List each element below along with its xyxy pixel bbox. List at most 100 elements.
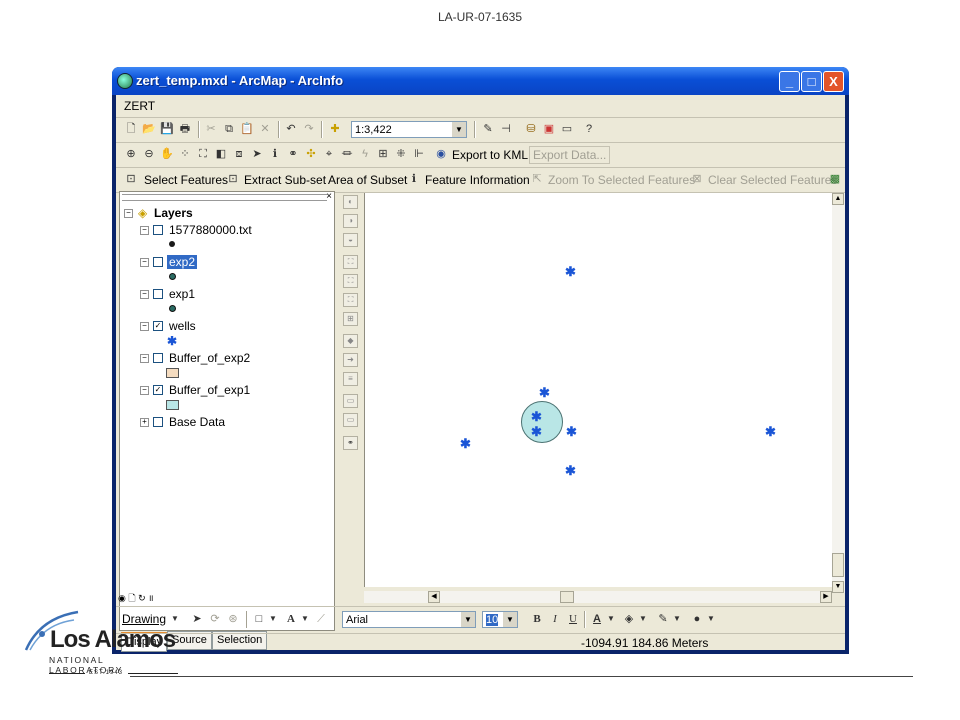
fill-color-icon[interactable]: ◈ [622, 612, 636, 626]
extract-subset-button[interactable]: Extract Sub-set [244, 173, 326, 187]
identify-icon[interactable]: ℹ [268, 147, 282, 161]
layer-item[interactable]: − ✓ Buffer_of_exp1 [140, 383, 320, 397]
layer-visibility-checkbox[interactable] [153, 353, 163, 363]
rectangle-icon[interactable]: □ [252, 612, 266, 626]
arctoolbox-icon[interactable]: ▣ [542, 122, 556, 136]
open-folder-icon[interactable]: 📂 [142, 122, 156, 136]
zoom-to-selected-button[interactable]: Zoom To Selected Features [548, 173, 695, 187]
edit-vertices-icon[interactable]: ⟋ [314, 612, 328, 626]
catalog-icon[interactable]: ⛁ [524, 122, 538, 136]
cut-icon[interactable]: ✂ [204, 122, 218, 136]
chevron-down-icon[interactable]: ▼ [604, 612, 618, 626]
layer-visibility-checkbox[interactable]: ✓ [153, 321, 163, 331]
rotate-icon[interactable]: ⟳ [208, 612, 222, 626]
layout-view-icons[interactable]: ◉ 🗋 ↻ ॥ [118, 591, 154, 607]
scroll-down-icon[interactable]: ▼ [832, 581, 844, 593]
buffer-polygon[interactable] [521, 401, 563, 443]
title-bar[interactable]: zert_temp.mxd - ArcMap - ArcInfo _ □ X [112, 67, 849, 95]
select-elements-icon[interactable]: ➤ [190, 612, 204, 626]
new-document-icon[interactable]: 🗋 [124, 122, 138, 136]
tool-icon[interactable]: ▭ [343, 394, 358, 408]
chevron-down-icon[interactable]: ▼ [636, 612, 650, 626]
layer-visibility-checkbox[interactable] [153, 289, 163, 299]
font-size-combo[interactable]: 10 ▼ [482, 611, 518, 628]
scroll-thumb[interactable] [560, 591, 574, 603]
save-icon[interactable]: 💾 [160, 122, 174, 136]
chevron-down-icon[interactable]: ▼ [670, 612, 684, 626]
collapse-icon[interactable]: − [124, 209, 133, 218]
layer-item[interactable]: + Base Data [140, 415, 320, 429]
marker-color-icon[interactable]: ● [690, 612, 704, 626]
tool-icon[interactable]: ≡ [343, 372, 358, 386]
scroll-up-icon[interactable]: ▲ [832, 193, 844, 205]
font-color-icon[interactable]: A [590, 612, 604, 626]
area-of-subset-button[interactable]: Area of Subset [328, 173, 407, 187]
chevron-down-icon[interactable]: ▼ [298, 612, 312, 626]
layer-item[interactable]: − 1577880000.txt [140, 223, 320, 237]
print-icon[interactable]: 🖶 [178, 122, 192, 136]
tool-icon[interactable]: ⊞ [343, 312, 358, 326]
fixed-zoom-in-icon[interactable]: ⁘ [178, 147, 192, 161]
go-to-xy-icon[interactable]: ✣ [304, 147, 318, 161]
tool-icon[interactable]: ◑ [343, 214, 358, 228]
clear-selected-button[interactable]: Clear Selected Features [708, 173, 837, 187]
scroll-left-icon[interactable]: ◀ [428, 591, 440, 603]
select-arrow-icon[interactable]: ➤ [250, 147, 264, 161]
chevron-down-icon[interactable]: ▼ [266, 612, 280, 626]
close-icon[interactable]: × [326, 191, 332, 202]
collapse-icon[interactable]: − [140, 354, 149, 363]
find-binoculars-icon[interactable]: ⚭ [286, 147, 300, 161]
tool-icon[interactable]: ➜ [343, 353, 358, 367]
text-tool-icon[interactable]: A [284, 612, 298, 626]
close-button[interactable]: X [823, 71, 844, 92]
well-star-icon[interactable]: ✱ [460, 437, 471, 450]
pan-hand-icon[interactable]: ✋ [160, 147, 174, 161]
tool-icon[interactable]: ⛶ [343, 255, 358, 269]
fixed-zoom-out-icon[interactable]: ⛶ [196, 147, 210, 161]
tool-icon[interactable]: ▭ [343, 413, 358, 427]
select-features-button[interactable]: Select Features [144, 173, 228, 187]
map-view[interactable]: ✱ ✱ ✱ ✱ ✱ ✱ ✱ ✱ [364, 193, 833, 587]
expand-icon[interactable]: + [140, 418, 149, 427]
editor-toolbar-icon[interactable]: ✎ [481, 122, 495, 136]
feature-information-button[interactable]: Feature Information [425, 173, 530, 187]
menu-zert[interactable]: ZERT [124, 99, 155, 113]
layer-visibility-checkbox[interactable]: ✓ [153, 385, 163, 395]
binoculars-icon[interactable]: ⚭ [343, 436, 358, 450]
layer-item[interactable]: − exp2 [140, 255, 320, 269]
layer-visibility-checkbox[interactable] [153, 225, 163, 235]
whats-this-help-icon[interactable]: ? [582, 122, 596, 136]
copy-icon[interactable]: ⧉ [222, 122, 236, 136]
tool-icon[interactable]: ◐ [343, 195, 358, 209]
delete-icon[interactable]: ✕ [258, 122, 272, 136]
toc-grip[interactable] [122, 194, 327, 201]
forward-extent-icon[interactable]: ⧈ [232, 147, 246, 161]
horizontal-scrollbar[interactable]: ◉ 🗋 ↻ ॥ ◀ ▶ [118, 591, 832, 603]
hyperlink-icon[interactable]: ϟ [358, 147, 372, 161]
well-star-icon[interactable]: ✱ [565, 265, 576, 278]
zoom-whole-page-icon[interactable]: ⊛ [226, 612, 240, 626]
globe-icon[interactable]: ◉ [434, 147, 448, 161]
collapse-icon[interactable]: − [140, 290, 149, 299]
well-star-icon[interactable]: ✱ [539, 386, 550, 399]
add-data-icon[interactable]: ✚ [328, 122, 342, 136]
xy-icon[interactable]: ⌖ [322, 147, 336, 161]
zoom-in-icon[interactable]: ⊕ [124, 147, 138, 161]
tool-icon[interactable]: ⛶ [343, 274, 358, 288]
collapse-icon[interactable]: − [140, 258, 149, 267]
tool-icon[interactable]: ◒ [343, 233, 358, 247]
maximize-button[interactable]: □ [801, 71, 822, 92]
tool-icon[interactable]: ⛶ [343, 293, 358, 307]
clear-selection-icon[interactable]: ⁜ [394, 147, 408, 161]
underline-icon[interactable]: U [566, 612, 580, 626]
collapse-icon[interactable]: − [140, 386, 149, 395]
layer-visibility-checkbox[interactable] [153, 257, 163, 267]
export-kml-button[interactable]: Export to KML [452, 148, 528, 162]
undo-icon[interactable]: ↶ [284, 122, 298, 136]
route-icon[interactable]: ⊩ [412, 147, 426, 161]
zoom-out-icon[interactable]: ⊖ [142, 147, 156, 161]
vertical-scrollbar[interactable]: ▲ ▼ [832, 193, 845, 593]
export-data-button[interactable]: Export Data... [529, 146, 611, 164]
collapse-icon[interactable]: − [140, 322, 149, 331]
italic-icon[interactable]: I [548, 612, 562, 626]
